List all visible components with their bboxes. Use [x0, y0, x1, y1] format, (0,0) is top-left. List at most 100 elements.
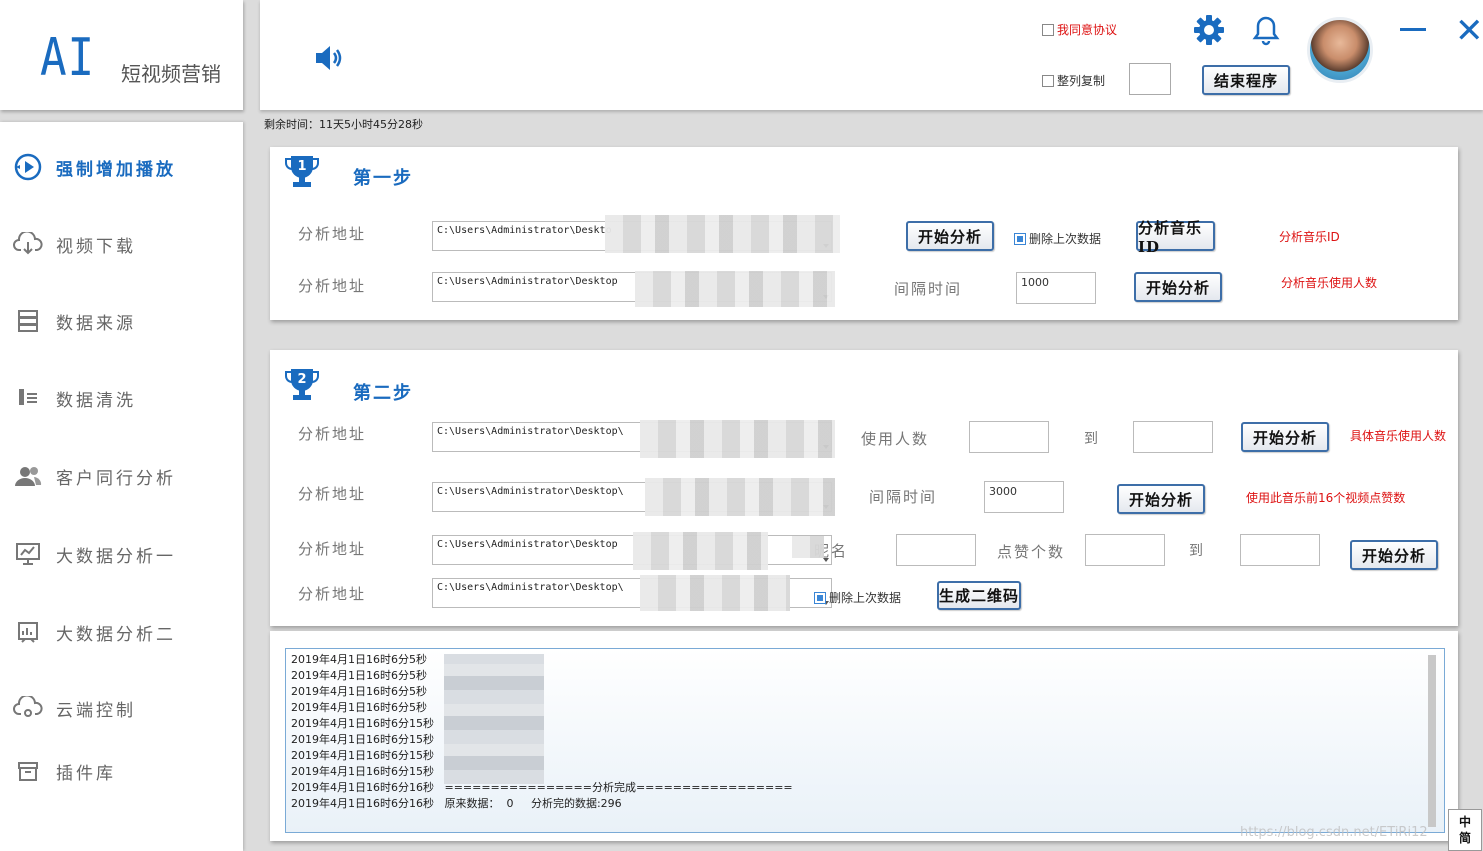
start-analysis-button[interactable]: 开始分析: [1117, 484, 1205, 514]
bell-icon[interactable]: [1251, 14, 1281, 50]
address-field[interactable]: C:\Users\Administrator\Desktop: [432, 535, 832, 565]
start-analysis-button[interactable]: 开始分析: [1350, 540, 1438, 570]
sidebar-item-label: 视频下载: [56, 236, 136, 257]
checkbox-box[interactable]: [1042, 74, 1054, 87]
step1-panel: 1 第一步 分析地址 C:\Users\Administrator\Deskto…: [270, 147, 1458, 320]
copy-column-checkbox[interactable]: 整列复制: [1042, 72, 1105, 89]
range-to-label: 到: [1084, 431, 1098, 447]
data-clean-icon: [10, 383, 46, 413]
address-label: 分析地址: [298, 277, 367, 295]
start-analysis-button[interactable]: 开始分析: [1241, 422, 1329, 452]
start-analysis-button[interactable]: 开始分析: [906, 221, 994, 251]
app-logo: AI 短视频营销: [0, 0, 243, 110]
address-label: 分析地址: [298, 585, 367, 603]
step2-panel: 2 第二步 分析地址 C:\Users\Administrator\Deskto…: [270, 350, 1458, 626]
sidebar-item-data-source[interactable]: 数据来源: [10, 301, 235, 341]
agree-checkbox[interactable]: 我同意协议: [1042, 21, 1117, 38]
redacted-area: [640, 575, 790, 611]
address-label: 分析地址: [298, 485, 367, 503]
users-count-label: 使用人数: [861, 430, 930, 448]
step-badge: 2: [297, 372, 306, 387]
step-badge: 1: [297, 159, 306, 174]
address-label: 分析地址: [298, 225, 367, 243]
gear-icon[interactable]: [1192, 13, 1226, 51]
ime-bottom: 简: [1458, 831, 1471, 845]
header-small-input[interactable]: [1129, 63, 1171, 95]
sidebar-item-label: 大数据分析一: [56, 546, 176, 567]
sidebar-item-label: 插件库: [56, 763, 116, 784]
sidebar-item-bigdata-2[interactable]: 大数据分析二: [10, 612, 235, 652]
hint-text: 使用此音乐前16个视频点赞数: [1246, 491, 1406, 505]
checkbox-box[interactable]: [1042, 23, 1054, 36]
delete-previous-label: 删除上次数据: [829, 591, 902, 605]
archive-icon: [10, 756, 46, 786]
sidebar-item-label: 大数据分析二: [56, 624, 176, 645]
cloud-control-icon: [10, 693, 46, 723]
interval-input[interactable]: 1000: [1016, 272, 1096, 304]
users-icon: [10, 461, 46, 491]
delete-previous-checkbox[interactable]: 删除上次数据: [814, 589, 901, 606]
nickname-input[interactable]: [896, 534, 976, 566]
sidebar-item-cloud-control[interactable]: 云端控制: [10, 688, 235, 728]
remaining-time: 剩余时间：11天5小时45分28秒: [264, 118, 423, 131]
analyze-music-id-button[interactable]: 分析音乐ID: [1136, 219, 1215, 256]
redacted-area: [444, 654, 544, 784]
likes-max-input[interactable]: [1240, 534, 1320, 566]
sidebar-item-video-download[interactable]: 视频下载: [10, 224, 235, 264]
start-analysis-button[interactable]: 开始分析: [1134, 272, 1222, 302]
redacted-area: [792, 536, 824, 558]
sidebar-item-label: 数据来源: [56, 313, 136, 334]
sidebar-item-force-play[interactable]: 强制增加播放: [10, 147, 235, 187]
redacted-area: [635, 271, 835, 307]
sidebar-item-plugins[interactable]: 插件库: [10, 751, 235, 791]
sidebar-item-data-clean[interactable]: 数据清洗: [10, 378, 235, 418]
hint-text: 分析音乐使用人数: [1281, 276, 1378, 290]
address-label: 分析地址: [298, 425, 367, 443]
hint-text: 分析音乐ID: [1279, 230, 1340, 244]
speaker-icon[interactable]: [313, 42, 345, 74]
sidebar-item-label: 云端控制: [56, 700, 136, 721]
step1-title: 第一步: [353, 168, 413, 189]
address-label: 分析地址: [298, 540, 367, 558]
checkbox-box[interactable]: [814, 591, 826, 604]
checkbox-box[interactable]: [1014, 232, 1026, 245]
sidebar-item-bigdata-1[interactable]: 大数据分析一: [10, 534, 235, 574]
log-panel: 2019年4月1日16时6分5秒 2019年4月1日16时6分5秒 2019年4…: [270, 631, 1458, 841]
redacted-area: [640, 420, 835, 458]
interval-label: 间隔时间: [894, 280, 963, 298]
log-output[interactable]: 2019年4月1日16时6分5秒 2019年4月1日16时6分5秒 2019年4…: [285, 648, 1445, 833]
delete-previous-checkbox[interactable]: 删除上次数据: [1014, 230, 1101, 247]
copy-column-label: 整列复制: [1057, 74, 1106, 88]
users-max-input[interactable]: [1133, 421, 1213, 453]
delete-previous-label: 删除上次数据: [1029, 232, 1102, 246]
range-to-label: 到: [1189, 543, 1203, 559]
play-circle-icon: [10, 152, 46, 182]
agree-label: 我同意协议: [1057, 23, 1118, 37]
trophy-icon: 1: [284, 153, 320, 193]
database-icon: [10, 306, 46, 336]
ime-indicator[interactable]: 中 简: [1448, 809, 1482, 851]
sidebar-item-label: 数据清洗: [56, 390, 136, 411]
avatar[interactable]: [1307, 17, 1373, 83]
logo-subtitle: 短视频营销: [121, 62, 221, 86]
ime-top: 中: [1458, 815, 1471, 829]
sidebar: 强制增加播放 视频下载 数据来源 数据清洗 客户同行分析 大数据分析一 大数据分…: [0, 122, 243, 851]
end-program-button[interactable]: 结束程序: [1202, 65, 1290, 95]
minimize-button[interactable]: [1400, 28, 1426, 31]
generate-qrcode-button[interactable]: 生成二维码: [937, 581, 1021, 610]
log-scrollbar[interactable]: [1428, 655, 1436, 827]
monitor-chart-icon: [10, 539, 46, 569]
sidebar-item-peer-analysis[interactable]: 客户同行分析: [10, 456, 235, 496]
step2-title: 第二步: [353, 383, 413, 404]
hint-text: 具体音乐使用人数: [1350, 429, 1447, 443]
redacted-area: [645, 478, 835, 516]
watermark-text: https://blog.csdn.net/ETiRi12: [1240, 825, 1428, 840]
users-min-input[interactable]: [969, 421, 1049, 453]
redacted-area: [633, 532, 768, 570]
likes-min-input[interactable]: [1085, 534, 1165, 566]
interval-label: 间隔时间: [869, 488, 938, 506]
close-icon[interactable]: ✕: [1455, 14, 1483, 48]
header-bar: 我同意协议 整列复制 结束程序 ✕: [260, 0, 1483, 110]
interval-input[interactable]: 3000: [984, 481, 1064, 513]
sidebar-item-label: 强制增加播放: [56, 159, 176, 180]
